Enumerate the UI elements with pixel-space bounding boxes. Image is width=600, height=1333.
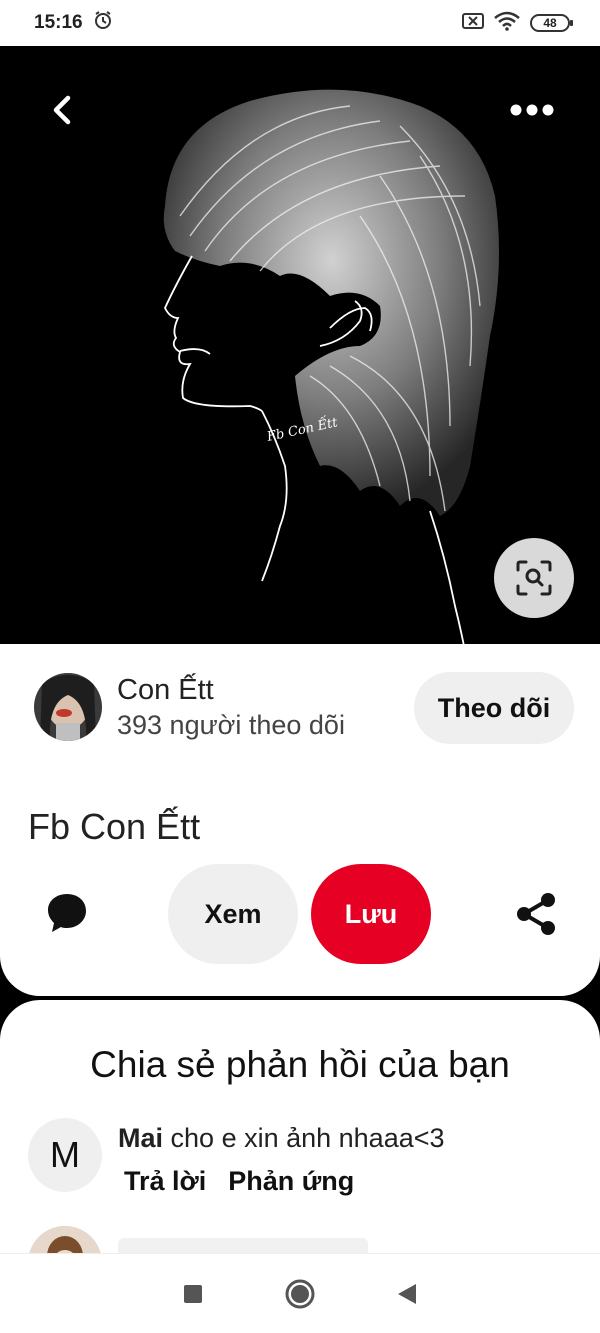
alarm-icon	[93, 10, 113, 36]
home-icon[interactable]	[280, 1274, 320, 1314]
pin-title: Fb Con Ếtt	[28, 806, 201, 847]
react-button[interactable]: Phản ứng	[228, 1166, 354, 1197]
recent-apps-icon[interactable]	[173, 1274, 213, 1314]
status-bar: 15:16 48	[0, 0, 600, 46]
comment-item: M Mai cho e xin ảnh nhaaa<3 Trả lời Phản…	[28, 1118, 445, 1197]
creator-name[interactable]: Con Ếtt	[117, 672, 345, 708]
comment-text: cho e xin ảnh nhaaa<3	[170, 1123, 445, 1153]
comment-author[interactable]: Mai	[118, 1123, 163, 1153]
visual-search-icon[interactable]	[494, 538, 574, 618]
comments-title: Chia sẻ phản hồi của bạn	[90, 1044, 510, 1085]
comment-avatar[interactable]: M	[28, 1118, 102, 1192]
creator-followers: 393 người theo dõi	[117, 710, 345, 740]
save-button[interactable]: Lưu	[311, 864, 431, 964]
creator-info[interactable]: Con Ếtt 393 người theo dõi	[34, 672, 345, 742]
follow-button[interactable]: Theo dõi	[414, 672, 574, 744]
back-arrow-icon[interactable]	[38, 86, 86, 134]
comment-icon[interactable]	[44, 890, 90, 936]
status-time: 15:16	[34, 12, 83, 33]
system-nav-bar	[0, 1253, 600, 1333]
view-button[interactable]: Xem	[168, 864, 298, 964]
pin-detail-card: Con Ếtt 393 người theo dõi Theo dõi Fb C…	[0, 644, 600, 996]
reply-button[interactable]: Trả lời	[124, 1166, 206, 1197]
battery-icon: 48	[530, 14, 573, 32]
creator-avatar[interactable]	[34, 673, 102, 741]
back-icon[interactable]	[387, 1274, 427, 1314]
pin-image[interactable]: Fb Con Ếtt	[0, 46, 600, 646]
more-options-icon[interactable]	[502, 90, 562, 130]
share-icon[interactable]	[512, 890, 560, 938]
no-sim-icon	[462, 12, 484, 34]
wifi-icon	[494, 11, 520, 36]
